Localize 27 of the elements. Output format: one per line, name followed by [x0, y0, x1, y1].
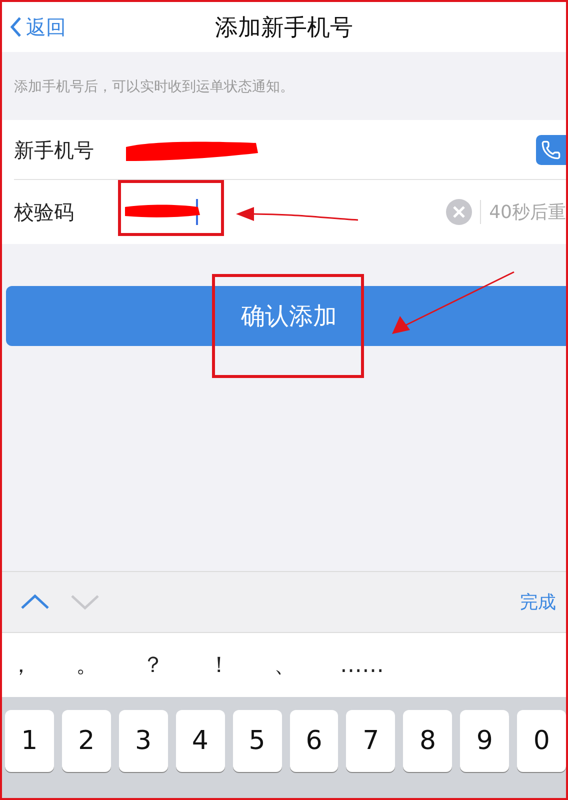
punctuation-suggestion[interactable]: 。 [76, 650, 142, 680]
back-button[interactable]: 返回 [10, 14, 66, 40]
hint-text: 添加手机号后，可以实时收到运单状态通知。 [13, 78, 295, 97]
keyboard-key[interactable]: 1 [5, 710, 54, 772]
punctuation-suggestion[interactable]: ！ [208, 650, 274, 680]
field-label: 新手机号 [14, 136, 95, 164]
chevron-up-icon[interactable] [20, 594, 50, 610]
keyboard-key[interactable]: 8 [403, 710, 452, 772]
field-label: 校验码 [14, 198, 75, 226]
punctuation-suggestion[interactable]: …… [340, 652, 406, 678]
page-title: 添加新手机号 [215, 14, 353, 42]
keyboard-key[interactable]: 5 [232, 710, 282, 772]
back-label: 返回 [26, 14, 66, 40]
keyboard-key[interactable]: 3 [118, 710, 168, 772]
keyboard-key[interactable]: 6 [290, 710, 338, 772]
keyboard-key[interactable]: 7 [346, 710, 396, 772]
keyboard-key[interactable]: 4 [176, 710, 225, 772]
keyboard-key[interactable]: 9 [460, 710, 510, 772]
confirm-add-button[interactable]: 确认添加 [6, 286, 566, 346]
punctuation-suggestion[interactable]: 、 [274, 650, 340, 680]
contacts-phone-button[interactable] [536, 135, 566, 165]
back-chevron-icon [10, 16, 22, 38]
phone-icon [541, 140, 561, 160]
keyboard-key[interactable]: 0 [517, 710, 566, 772]
punctuation-suggestion[interactable]: ， [10, 650, 76, 680]
punctuation-suggestion[interactable]: ？ [142, 650, 208, 680]
keyboard-key[interactable]: 2 [62, 710, 111, 772]
